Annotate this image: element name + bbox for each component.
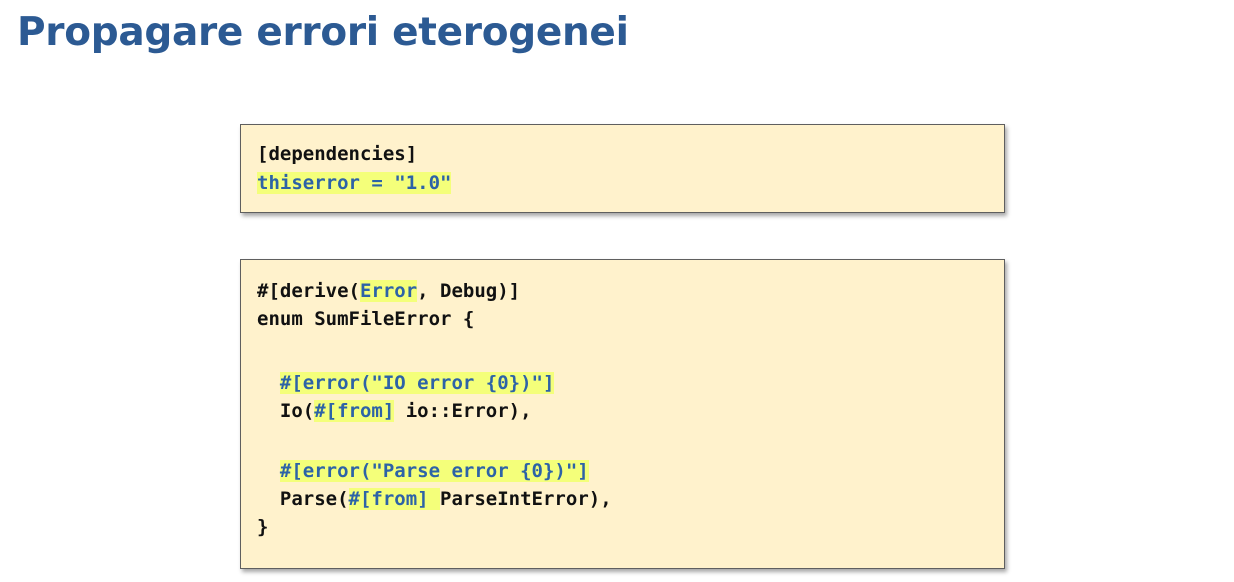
derive-suffix: , Debug)] — [417, 280, 521, 302]
parse-error-attribute-highlight: #[error("Parse error {0})"] — [279, 460, 589, 482]
io-variant-rest: io::Error), — [394, 400, 532, 422]
cargo-dependencies-code-box: [dependencies] thiserror = "1.0" — [240, 124, 1005, 213]
code-line-parse-variant: Parse(#[from] ParseIntError), — [257, 486, 612, 512]
code-line-enum-decl: enum SumFileError { — [257, 306, 474, 332]
enum-definition-code-box: #[derive(Error, Debug)] enum SumFileErro… — [240, 259, 1005, 569]
thiserror-dependency-highlight: thiserror = "1.0" — [257, 172, 452, 194]
parse-variant-open: Parse( — [279, 488, 349, 510]
parse-variant-rest: ParseIntError), — [440, 488, 612, 510]
dependencies-section: [dependencies] — [257, 143, 418, 165]
closing-brace: } — [257, 516, 269, 538]
parse-from-attribute-highlight: #[from] — [348, 488, 441, 510]
code-line-derive: #[derive(Error, Debug)] — [257, 278, 520, 304]
code-line-close-brace: } — [257, 514, 268, 540]
derive-error-highlight: Error — [359, 280, 418, 302]
slide-title: Propagare errori eterogenei — [17, 10, 629, 55]
io-variant-open: Io( — [279, 400, 315, 422]
enum-declaration: enum SumFileError { — [257, 308, 475, 330]
derive-prefix: #[derive( — [257, 280, 360, 302]
io-error-attribute-highlight: #[error("IO error {0})"] — [279, 372, 555, 394]
code-line-dependencies-header: [dependencies] — [257, 141, 417, 167]
io-from-attribute-highlight: #[from] — [314, 400, 395, 422]
code-line-parse-attr: #[error("Parse error {0})"] — [257, 458, 589, 484]
code-line-thiserror-version: thiserror = "1.0" — [257, 170, 452, 196]
code-line-io-variant: Io(#[from] io::Error), — [257, 398, 532, 424]
code-line-io-attr: #[error("IO error {0})"] — [257, 370, 555, 396]
